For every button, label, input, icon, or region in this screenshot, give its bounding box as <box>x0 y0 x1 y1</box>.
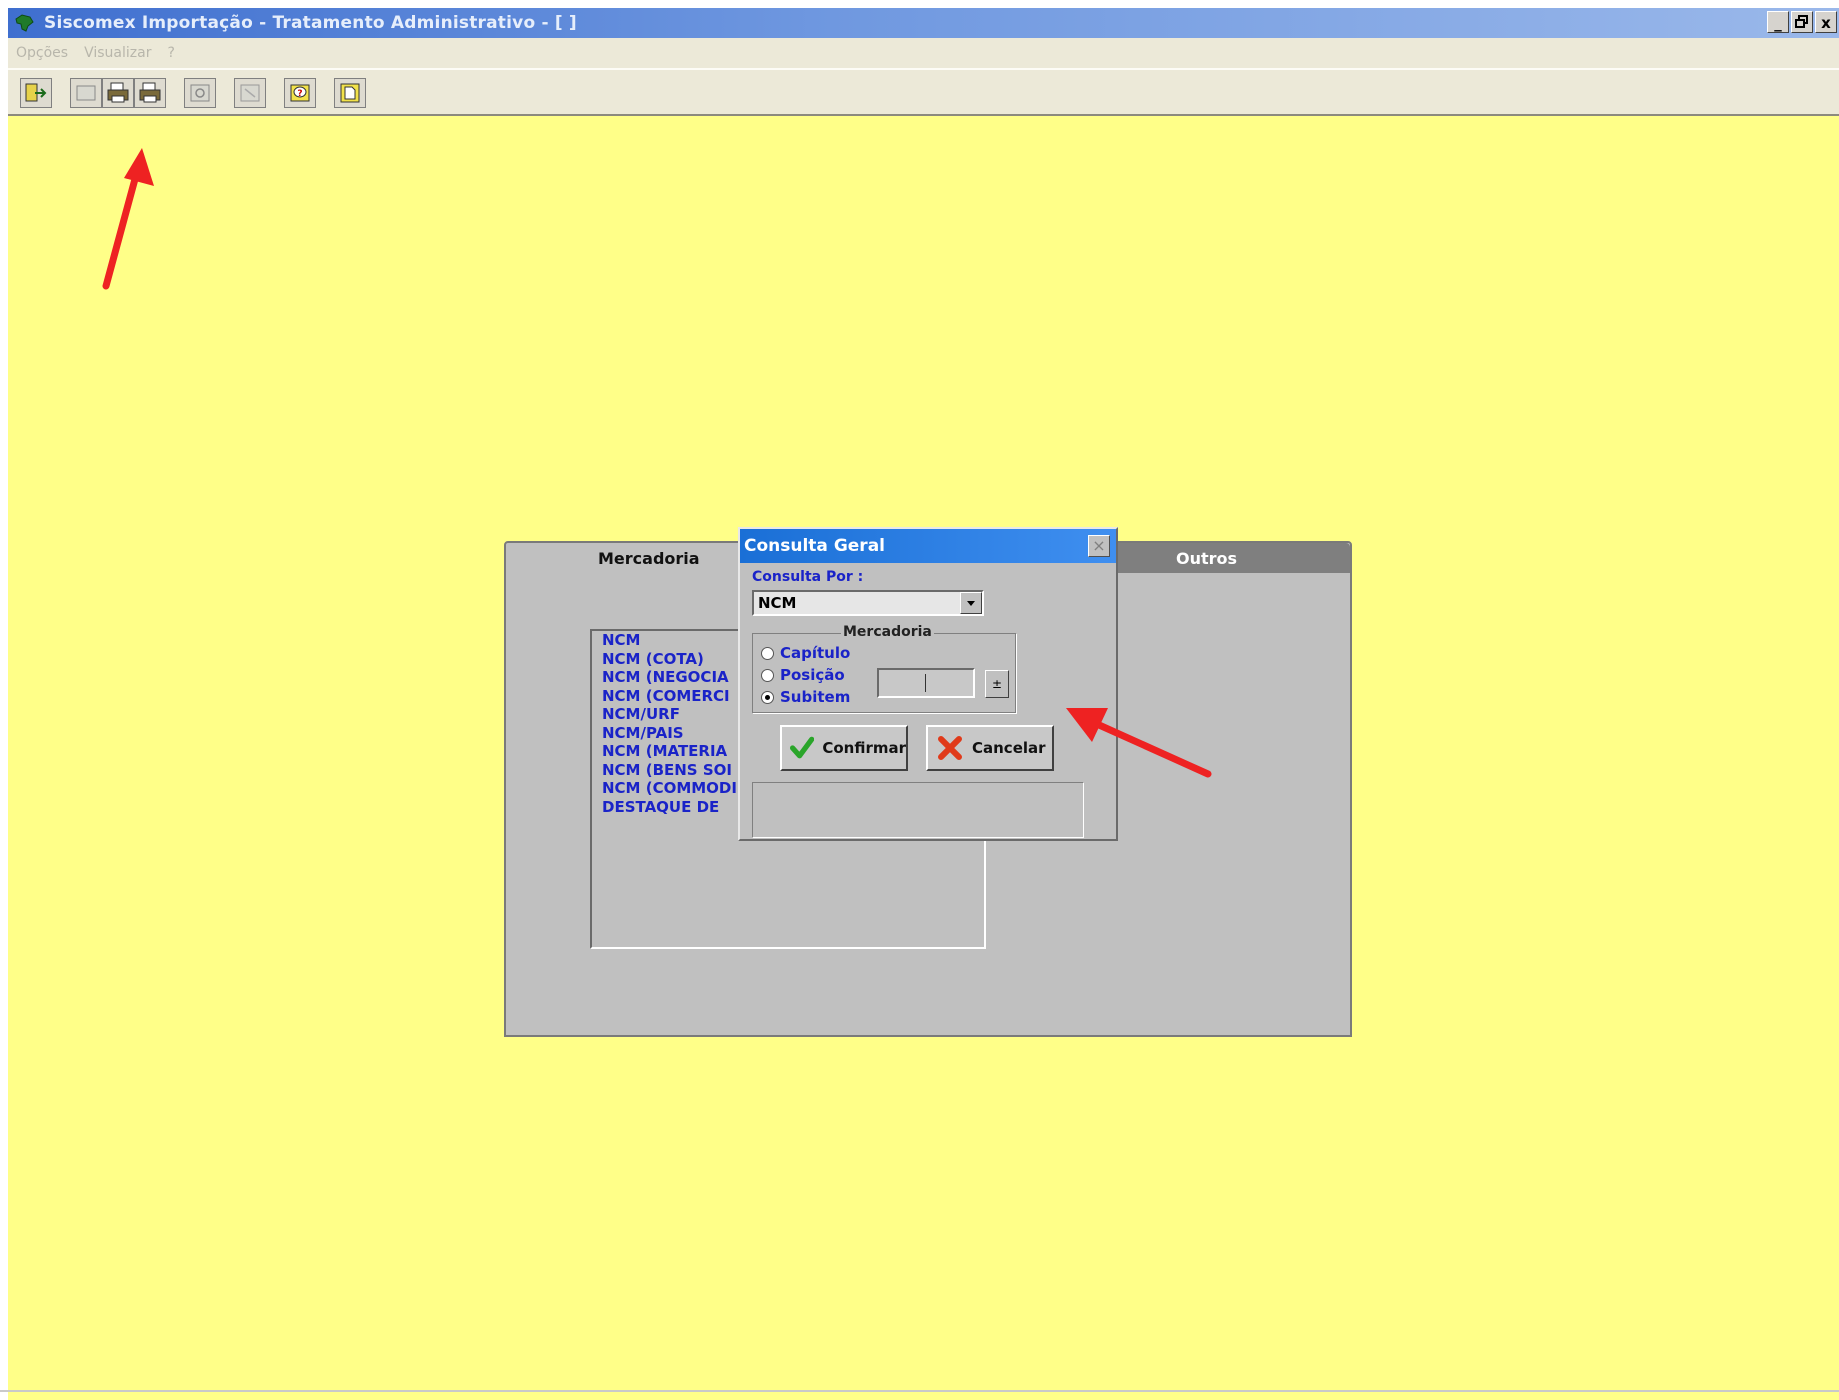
print-all-button[interactable] <box>134 78 166 108</box>
minimize-button[interactable]: _ <box>1767 11 1789 33</box>
print-button[interactable] <box>102 78 134 108</box>
bottom-border <box>0 1390 1839 1392</box>
consulta-por-label: Consulta Por : <box>752 569 864 585</box>
menu-visualizar[interactable]: Visualizar <box>84 45 151 61</box>
annotation-arrow-toolbar <box>102 148 154 290</box>
dialog-close-button[interactable]: × <box>1088 535 1110 557</box>
dialog-status-area <box>752 782 1084 838</box>
tab-outros[interactable]: Outros <box>1176 549 1237 568</box>
menu-help[interactable]: ? <box>167 45 174 61</box>
chevron-down-icon <box>967 601 975 606</box>
confirmar-button[interactable]: Confirmar <box>780 725 908 771</box>
svg-text:?: ? <box>297 89 302 99</box>
cancelar-label: Cancelar <box>972 739 1046 757</box>
confirmar-label: Confirmar <box>822 739 906 757</box>
refresh-button[interactable] <box>184 78 216 108</box>
help-button[interactable]: ? <box>284 78 316 108</box>
disabled-icon <box>240 84 260 102</box>
exit-icon <box>25 83 47 102</box>
red-x-icon <box>938 736 962 760</box>
annotation-arrow-dialog <box>1066 708 1212 778</box>
radio-button[interactable] <box>761 690 774 704</box>
checkmark-icon <box>790 736 815 759</box>
radio-posicao[interactable]: Posição <box>761 666 845 684</box>
print-icon <box>107 82 129 103</box>
level-input[interactable] <box>877 668 975 698</box>
consulta-por-value: NCM <box>758 594 797 612</box>
radio-button[interactable] <box>761 668 774 682</box>
dropdown-button[interactable] <box>960 592 982 614</box>
restore-button[interactable] <box>1791 11 1813 33</box>
help-icon: ? <box>290 84 310 102</box>
tab-mercadoria[interactable]: Mercadoria <box>598 549 700 568</box>
radio-label: Subitem <box>780 688 851 706</box>
mercadoria-group-title: Mercadoria <box>841 624 934 640</box>
new-document-icon <box>340 83 360 103</box>
dialog-title: Consulta Geral <box>744 536 885 556</box>
spin-button[interactable]: ± <box>985 670 1009 698</box>
close-button[interactable]: x <box>1815 11 1837 33</box>
toolbar: ? <box>8 68 1839 116</box>
exit-button[interactable] <box>20 78 52 108</box>
title-bar: Siscomex Importação - Tratamento Adminis… <box>8 8 1839 38</box>
radio-button[interactable] <box>761 646 774 660</box>
menu-opcoes[interactable]: Opções <box>16 45 68 61</box>
print-all-icon <box>139 82 161 103</box>
consulta-por-select[interactable]: NCM <box>752 590 984 616</box>
siscomex-brazil-map-icon <box>15 14 34 32</box>
refresh-icon <box>190 84 210 102</box>
blank-icon <box>76 85 96 101</box>
new-document-button[interactable] <box>334 78 366 108</box>
cancelar-button[interactable]: Cancelar <box>926 725 1054 771</box>
radio-label: Capítulo <box>780 644 851 662</box>
radio-label: Posição <box>780 666 845 684</box>
mercadoria-group: Mercadoria Capítulo Posição Subitem ± <box>752 624 1016 713</box>
disabled-tool-button[interactable] <box>234 78 266 108</box>
blank-button[interactable] <box>70 78 102 108</box>
radio-subitem[interactable]: Subitem <box>761 688 850 706</box>
menu-bar: Opções Visualizar ? <box>8 38 1839 68</box>
app-window: Siscomex Importação - Tratamento Adminis… <box>8 8 1839 1400</box>
dialog-title-bar: Consulta Geral <box>740 529 1116 563</box>
window-controls: _ x <box>1767 11 1837 33</box>
radio-capitulo[interactable]: Capítulo <box>761 644 850 662</box>
window-title: Siscomex Importação - Tratamento Adminis… <box>44 13 577 33</box>
restore-icon <box>1795 15 1808 28</box>
text-caret <box>925 674 926 692</box>
